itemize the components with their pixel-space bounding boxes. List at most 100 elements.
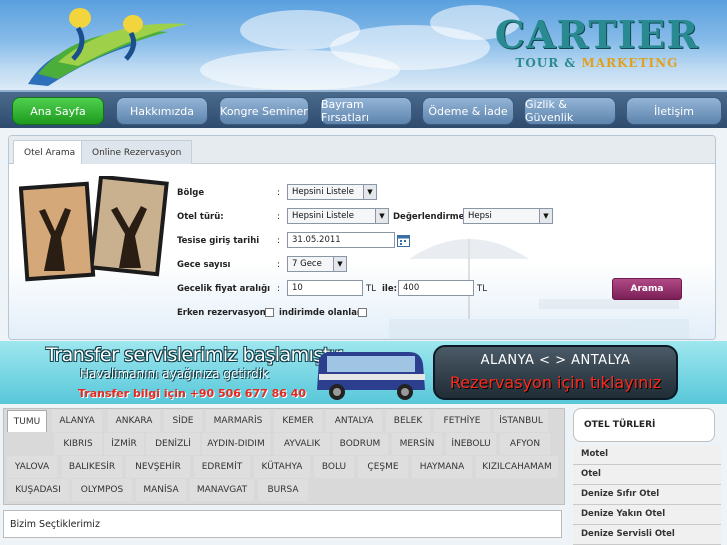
cta-action: Rezervasyon için tıklayınız [449, 373, 662, 392]
search-tabbar: Otel Arama Online Rezervasyon [9, 136, 715, 165]
colon: : [277, 212, 281, 222]
city-tab[interactable]: BALIKESİR [62, 456, 122, 478]
city-tab[interactable]: AYVALIK [274, 433, 330, 455]
city-tab[interactable]: KUŞADASI [7, 479, 69, 501]
header: CARTIER TOUR & MARKETING [0, 0, 727, 90]
city-tab[interactable]: BOLU [314, 456, 354, 478]
city-tab[interactable]: SİDE [164, 410, 202, 432]
calendar-icon[interactable] [397, 234, 410, 247]
main-nav: Ana Sayfa Hakkımızda Kongre Seminer Bayr… [0, 90, 727, 128]
hotel-types-sidebar: OTEL TÜRLERİ Motel Otel Denize Sıfır Ote… [573, 408, 721, 545]
city-tab[interactable]: BURSA [258, 479, 308, 501]
price-max-input[interactable]: 400 [398, 280, 474, 296]
brand-logo[interactable]: CARTIER TOUR & MARKETING [495, 16, 699, 71]
chevron-down-icon: ▼ [333, 257, 346, 271]
city-tab[interactable]: BODRUM [332, 433, 388, 455]
banner-headline: Transfer servislerimiz başlamıştır. [46, 344, 346, 366]
price-to-label: ile: [382, 284, 397, 294]
checkin-date-input[interactable]: 31.05.2011 [287, 232, 395, 248]
city-tab[interactable]: MANİSA [136, 479, 186, 501]
city-tab[interactable]: DENİZLİ [146, 433, 200, 455]
city-tab[interactable]: KÜTAHYA [254, 456, 310, 478]
city-tab[interactable]: TUMU [7, 410, 47, 432]
chevron-down-icon: ▼ [363, 185, 376, 199]
hotel-type-link[interactable]: Motel [573, 445, 721, 465]
checkin-label: Tesise giriş tarihi [177, 236, 260, 246]
tab-online-reservation[interactable]: Online Rezervasyon [81, 140, 193, 164]
hotel-search-panel: Otel Arama Online Rezervasyon Bölge : He… [8, 135, 716, 340]
nav-holiday-deals[interactable]: Bayram Fırsatları [320, 97, 412, 125]
colon: : [277, 236, 281, 246]
cta-route: ALANYA < > ANTALYA [480, 353, 631, 368]
banner-phone: Transfer bilgi için +90 506 677 86 40 [78, 387, 307, 400]
hotel-type-label: Otel türü: [177, 212, 224, 222]
city-tab[interactable]: EDREMİT [194, 456, 250, 478]
colon: : [277, 260, 281, 270]
city-tab[interactable]: İSTANBUL [494, 410, 548, 432]
tab-hotel-search[interactable]: Otel Arama [13, 140, 87, 165]
city-tab[interactable]: AYDIN-DIDIM [202, 433, 270, 455]
brand-sub-tour: TOUR & [515, 56, 577, 70]
rating-select[interactable]: Hepsi ▼ [463, 208, 553, 224]
city-tab[interactable]: MANAVGAT [190, 479, 254, 501]
colon: : [277, 188, 281, 198]
hotel-type-link[interactable]: Denize Sıfır Otel [573, 485, 721, 505]
hotel-type-select[interactable]: Hepsini Listele ▼ [287, 208, 389, 224]
colon: : [277, 284, 281, 294]
hotel-types-title: OTEL TÜRLERİ [573, 408, 715, 442]
city-tab[interactable]: BELEK [386, 410, 430, 432]
reservation-cta-button[interactable]: ALANYA < > ANTALYA Rezervasyon için tıkl… [433, 345, 678, 400]
city-tabs: TUMU ALANYA ANKARA SİDE MARMARİS KEMER A… [3, 408, 565, 505]
hotel-type-link[interactable]: Otel [573, 465, 721, 485]
city-tab[interactable]: KEMER [274, 410, 322, 432]
nav-contact[interactable]: İletişim [626, 97, 722, 125]
city-tab[interactable]: NEVŞEHİR [126, 456, 190, 478]
city-tab[interactable]: ALANYA [52, 410, 102, 432]
early-booking-checkbox[interactable] [265, 308, 274, 317]
city-tab[interactable]: YALOVA [7, 456, 57, 478]
region-label: Bölge [177, 188, 205, 198]
city-tab[interactable]: HAYMANA [412, 456, 472, 478]
minibus-image [317, 352, 425, 400]
city-tab[interactable]: İZMİR [104, 433, 144, 455]
currency-label: TL [366, 284, 376, 294]
chevron-down-icon: ▼ [375, 209, 388, 223]
chevron-down-icon: ▼ [539, 209, 552, 223]
hotel-type-link[interactable]: Denize Yakın Otel [573, 505, 721, 525]
nav-about[interactable]: Hakkımızda [116, 97, 208, 125]
nights-select-value: 7 Gece [292, 259, 322, 269]
city-tab[interactable]: ÇEŞME [358, 456, 408, 478]
transfer-banner[interactable]: Transfer servislerimiz başlamıştır. Hava… [0, 341, 727, 404]
city-tab[interactable]: KIBRIS [54, 433, 102, 455]
city-tab[interactable]: ANKARA [108, 410, 160, 432]
city-tab[interactable]: ANTALYA [326, 410, 382, 432]
banner-subheadline: Havalimanını ayağınıza getirdik [80, 367, 270, 381]
hotel-type-link[interactable]: Denize Servisli Otel [573, 525, 721, 545]
our-picks-section: Bizim Seçtiklerimiz [3, 510, 562, 538]
nights-select[interactable]: 7 Gece ▼ [287, 256, 347, 272]
rating-label: Değerlendirme : [393, 212, 471, 222]
search-button[interactable]: Arama [612, 278, 682, 300]
city-tab[interactable]: KIZILCAHAMAM [476, 456, 558, 478]
price-min-input[interactable]: 10 [287, 280, 363, 296]
nav-payment[interactable]: Ödeme & İade [422, 97, 514, 125]
city-tab[interactable]: FETHİYE [434, 410, 490, 432]
brand-subtitle: TOUR & MARKETING [495, 56, 699, 70]
price-range-label: Gecelik fiyat aralığı [177, 284, 271, 294]
city-tab[interactable]: OLYMPOS [72, 479, 132, 501]
happy-people-photo [19, 176, 169, 282]
hotel-type-select-value: Hepsini Listele [292, 211, 354, 221]
city-tab[interactable]: MARMARİS [206, 410, 270, 432]
discount-label: indirimde olanlar : [279, 308, 368, 318]
early-booking-label: Erken rezervasyon : [177, 308, 273, 318]
discount-checkbox[interactable] [358, 308, 367, 317]
nav-privacy[interactable]: Gizlik & Güvenlik [524, 97, 616, 125]
region-select-value: Hepsini Listele [292, 187, 354, 197]
city-tab[interactable]: AFYON [500, 433, 550, 455]
our-picks-title: Bizim Seçtiklerimiz [10, 519, 100, 530]
city-tab[interactable]: İNEBOLU [446, 433, 496, 455]
city-tab[interactable]: MERSİN [392, 433, 442, 455]
region-select[interactable]: Hepsini Listele ▼ [287, 184, 377, 200]
nav-congress[interactable]: Kongre Seminer [219, 97, 309, 125]
nav-home[interactable]: Ana Sayfa [12, 97, 104, 125]
